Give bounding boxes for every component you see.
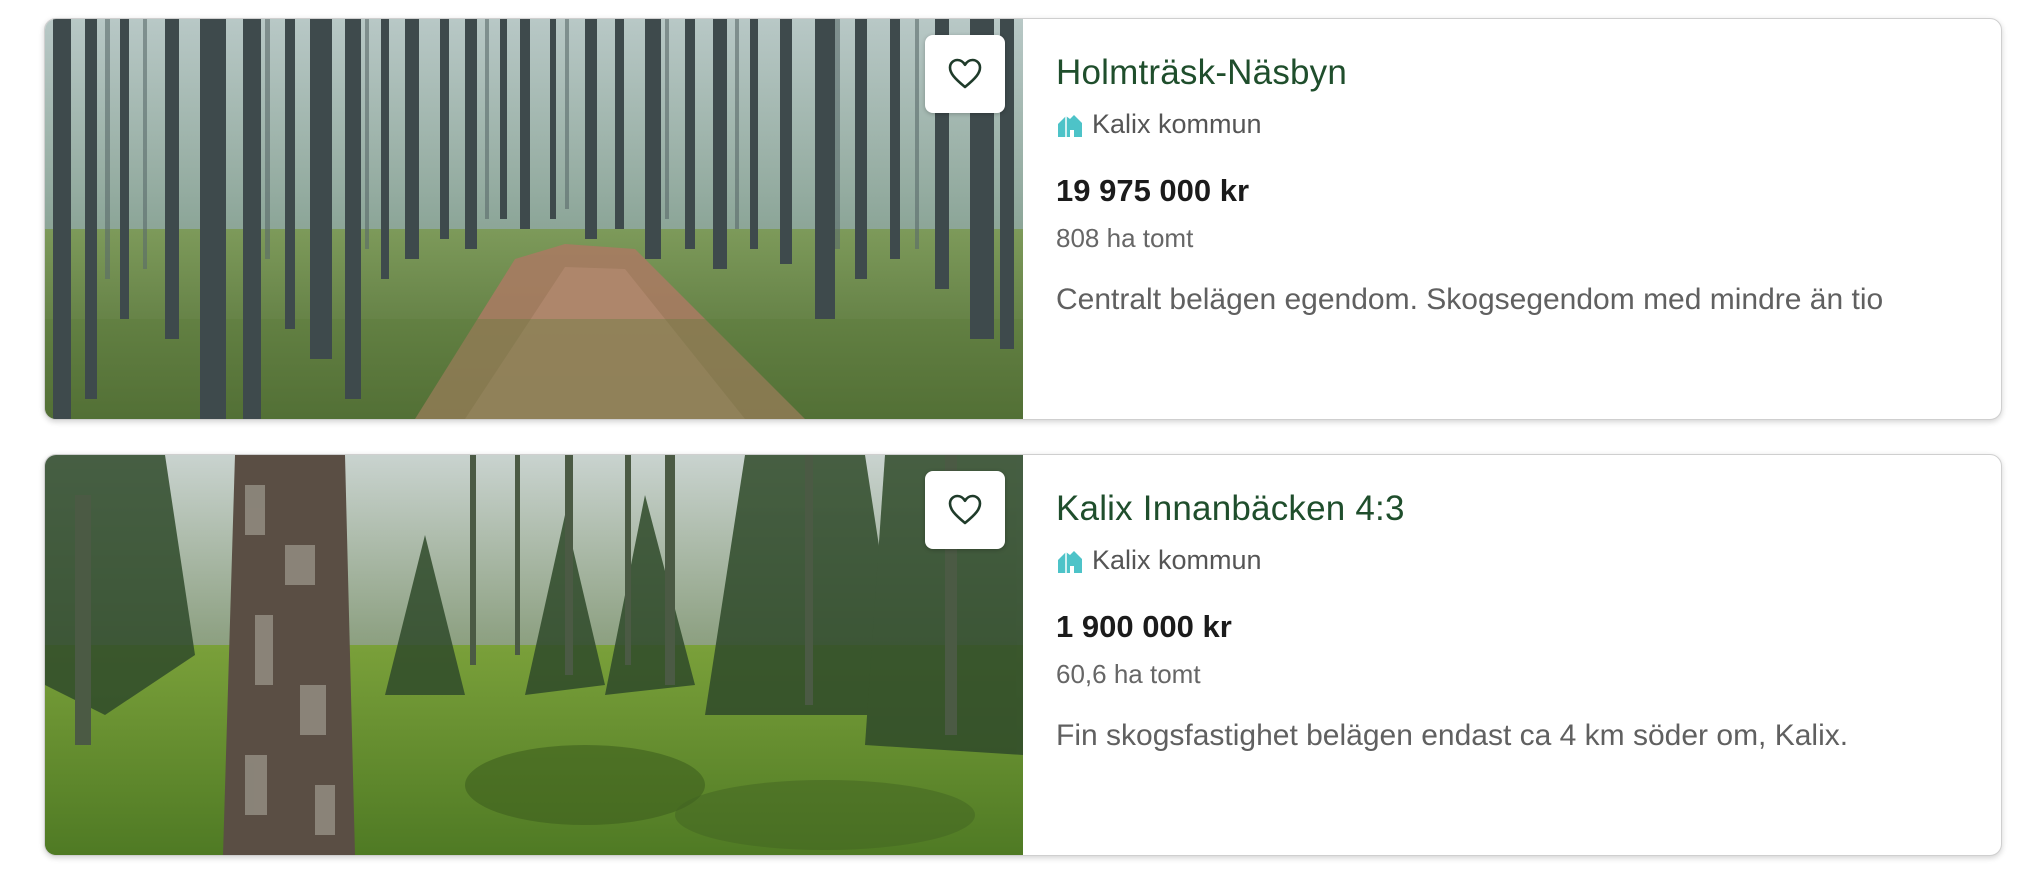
municipality-label: Kalix kommun (1092, 545, 1262, 575)
listing-area: 60,6 ha tomt (1056, 659, 1201, 689)
listing-list: Holmträsk-Näsbyn Kalix kommun 19 975 000… (0, 0, 2034, 880)
listing-location: Kalix kommun (1056, 109, 1262, 140)
listing-card[interactable]: Holmträsk-Näsbyn Kalix kommun 19 975 000… (44, 18, 2002, 420)
listing-info: Holmträsk-Näsbyn Kalix kommun 19 975 000… (1056, 19, 1971, 419)
listing-description: Fin skogsfastighet belägen endast ca 4 k… (1056, 719, 1849, 752)
municipality-label: Kalix kommun (1092, 109, 1262, 139)
listing-title[interactable]: Kalix Innanbäcken 4:3 (1056, 489, 1405, 529)
listing-area: 808 ha tomt (1056, 223, 1194, 253)
listing-price: 1 900 000 kr (1056, 609, 1232, 644)
favorite-button[interactable] (925, 35, 1005, 113)
listing-location: Kalix kommun (1056, 545, 1262, 576)
pine-forest-path-photo (45, 19, 1023, 419)
favorite-button[interactable] (925, 471, 1005, 549)
house-icon (1058, 550, 1082, 573)
heart-outline-icon (948, 494, 982, 525)
listing-photo[interactable] (45, 455, 1023, 855)
listing-photo[interactable] (45, 19, 1023, 419)
listing-description: Centralt belägen egendom. Skogsegendom m… (1056, 283, 1884, 316)
listing-info: Kalix Innanbäcken 4:3 Kalix kommun 1 900… (1056, 455, 1971, 855)
listing-card[interactable]: Kalix Innanbäcken 4:3 Kalix kommun 1 900… (44, 454, 2002, 856)
house-icon (1058, 114, 1082, 137)
heart-outline-icon (948, 58, 982, 89)
listing-title[interactable]: Holmträsk-Näsbyn (1056, 53, 1347, 93)
listing-price: 19 975 000 kr (1056, 173, 1250, 208)
mossy-forest-photo (45, 455, 1023, 855)
